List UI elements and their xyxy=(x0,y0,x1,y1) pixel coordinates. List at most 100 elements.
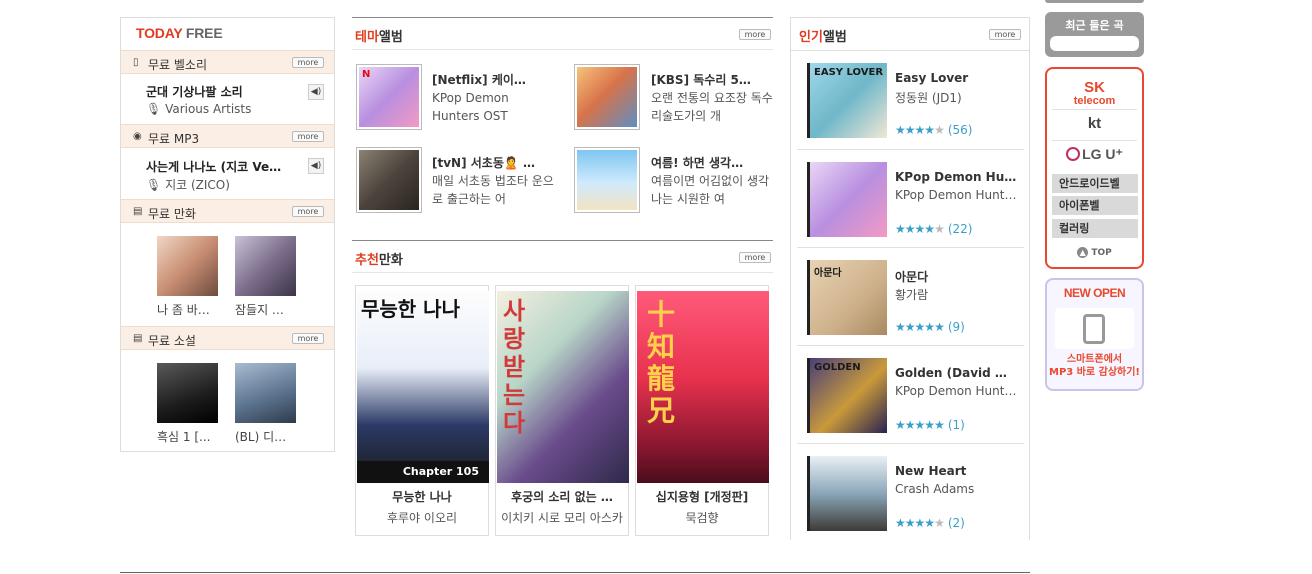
theme-album-cover[interactable]: N xyxy=(356,64,422,130)
popular-album-cover[interactable]: 아문다 xyxy=(807,260,887,335)
popular-album-cover[interactable] xyxy=(807,162,887,237)
novel-caption[interactable]: (BL) 디… xyxy=(235,428,305,445)
theme-album-cover[interactable] xyxy=(574,64,640,130)
artist-name: 지코 (ZICO) xyxy=(165,178,230,192)
comic-cover[interactable]: 무능한 나나 Chapter 105 xyxy=(357,291,489,483)
theme-album-title[interactable]: 여름! 하면 생각… xyxy=(651,154,781,171)
star-rating: ★★★★★ (56) xyxy=(895,123,972,137)
popular-album-artist: KPop Demon Hunte… xyxy=(895,188,1020,202)
star-rating: ★★★★★ (1) xyxy=(895,418,965,432)
section-label: 무료 MP3 xyxy=(148,132,200,146)
more-button[interactable]: more xyxy=(989,29,1021,40)
star-icon: ★ xyxy=(924,516,935,530)
star-icon: ★ xyxy=(904,123,916,137)
theme-album-desc: 여름이면 어김없이 생각나는 시원한 여 xyxy=(651,174,770,206)
novel-caption[interactable]: 흑심 1 [... xyxy=(157,428,227,445)
recommended-comic-header: 추천만화 more xyxy=(352,240,773,273)
popular-album-row[interactable]: 아문다 아문다 황가람 ★★★★★ (9) xyxy=(797,247,1024,345)
novel-thumbnail[interactable] xyxy=(157,363,218,423)
star-icon: ★ xyxy=(895,516,906,530)
comic-title[interactable]: 십지용형 [개정판] xyxy=(636,488,768,505)
sk-telecom-logo[interactable]: SK telecom xyxy=(1052,80,1137,107)
popular-album-cover[interactable]: GOLDEN xyxy=(807,358,887,433)
top-button[interactable]: ▲ TOP xyxy=(1047,247,1142,258)
theme-album-cover[interactable] xyxy=(356,147,422,213)
comic-card[interactable]: 무능한 나나 Chapter 105 무능한 나나 후루야 이오리 xyxy=(355,285,489,536)
popular-album-artist: Crash Adams xyxy=(895,482,975,496)
more-button[interactable]: more xyxy=(292,206,324,217)
star-icon: ★ xyxy=(914,516,926,530)
popular-album-cover[interactable]: EASY LOVER xyxy=(807,63,887,138)
star-icon: ★ xyxy=(934,418,945,432)
speaker-icon[interactable]: ◀) xyxy=(308,84,324,100)
theme-album-title[interactable]: [Netflix] 케이… xyxy=(432,71,562,88)
more-button[interactable]: more xyxy=(739,29,771,40)
popular-album-title[interactable]: Easy Lover xyxy=(895,71,1020,85)
mp3-title[interactable]: 사는게 나나노 (지코 Ve… xyxy=(146,158,301,175)
book-icon: ▤ xyxy=(133,206,143,217)
comic-thumbnail[interactable] xyxy=(157,236,218,296)
more-button[interactable]: more xyxy=(292,131,324,142)
star-icon: ★ xyxy=(904,222,916,236)
novel-icon: ▤ xyxy=(133,333,143,344)
popular-album-row[interactable]: GOLDEN Golden (David … KPop Demon Hunte… ★★… xyxy=(797,345,1024,443)
more-button[interactable]: more xyxy=(292,57,324,68)
comic-card[interactable]: 十知龍兄 십지용형 [개정판] 묵검향 xyxy=(635,285,769,536)
popular-album-cover[interactable] xyxy=(807,456,887,531)
star-icon: ★ xyxy=(924,123,935,137)
rating-count: (56) xyxy=(947,123,973,137)
kt-logo[interactable]: kt xyxy=(1052,115,1137,132)
promo-line: MP3 바로 감상하기! xyxy=(1049,367,1140,378)
iphone-bell-link[interactable]: 아이폰벨 xyxy=(1052,196,1138,215)
comic-title[interactable]: 후궁의 소리 없는 … xyxy=(496,488,628,505)
more-button[interactable]: more xyxy=(739,252,771,263)
novel-thumbnail[interactable] xyxy=(235,363,296,423)
section-free-comic: ▤ 무료 만화 more xyxy=(121,199,334,223)
comic-caption[interactable]: 나 좀 바… xyxy=(157,301,227,318)
comic-title[interactable]: 무능한 나나 xyxy=(356,488,488,505)
popular-album-artist: 정동원 (JD1) xyxy=(895,91,962,105)
android-bell-link[interactable]: 안드로이드벨 xyxy=(1052,174,1138,193)
recent-songs-list xyxy=(1050,36,1139,51)
section-free-ringtone: ▯ 무료 벨소리 more xyxy=(121,50,334,74)
popular-album-title[interactable]: KPop Demon Hu… xyxy=(895,170,1020,184)
new-open-title: NEW OPEN xyxy=(1063,286,1126,300)
ringtone-title[interactable]: 군대 기상나팔 소리 xyxy=(146,83,301,100)
comic-author: 이치키 시로 모리 아스카 xyxy=(501,511,623,525)
coloring-link[interactable]: 컬러링 xyxy=(1052,219,1138,238)
theme-album-title[interactable]: [KBS] 독수리 5… xyxy=(651,71,781,88)
comic-card[interactable]: 사랑받는다 후궁의 소리 없는 … 이치키 시로 모리 아스카 xyxy=(495,285,629,536)
popular-album-title[interactable]: New Heart xyxy=(895,464,1020,478)
theme-album-title[interactable]: [tvN] 서초동🙎 … xyxy=(432,154,562,171)
theme-album-desc: 오랜 전통의 요조장 독수리술도가의 개 xyxy=(651,91,773,123)
popular-album-artist: 황가람 xyxy=(895,288,929,302)
comic-cover[interactable]: 사랑받는다 xyxy=(497,291,629,483)
section-label: 무료 소설 xyxy=(148,334,196,348)
comic-cover-title: 무능한 나나 xyxy=(361,297,460,321)
speaker-icon[interactable]: ◀) xyxy=(308,158,324,174)
comic-caption[interactable]: 잠들지 … xyxy=(235,301,305,318)
section-label: 무료 만화 xyxy=(148,207,196,221)
rating-count: (2) xyxy=(947,516,965,530)
today-free-panel: TODAY FREE ▯ 무료 벨소리 more 군대 기상나팔 소리 🎙 Va… xyxy=(120,17,335,452)
sk-logo-subtext: telecom xyxy=(1073,95,1116,107)
popular-album-title[interactable]: Golden (David … xyxy=(895,366,1020,380)
new-open-banner[interactable]: NEW OPEN 스마트폰에서 MP3 바로 감상하기! xyxy=(1045,278,1144,391)
title-rest: 만화 xyxy=(378,253,403,268)
popular-album-title[interactable]: 아문다 xyxy=(895,268,1020,285)
comic-thumbnail[interactable] xyxy=(235,236,296,296)
title-rest: 앨범 xyxy=(822,30,847,45)
theme-album-cover[interactable] xyxy=(574,147,640,213)
lg-uplus-logo[interactable]: LG U⁺ xyxy=(1052,146,1137,163)
top-label: TOP xyxy=(1091,248,1112,258)
comic-cover[interactable]: 十知龍兄 xyxy=(637,291,769,483)
popular-album-row[interactable]: EASY LOVER Easy Lover 정동원 (JD1) ★★★★★ (56) xyxy=(797,51,1024,149)
popular-album-row[interactable]: KPop Demon Hu… KPop Demon Hunte… ★★★★★ (22) xyxy=(797,149,1024,247)
star-icon: ★ xyxy=(934,222,945,236)
mic-icon: 🎙 xyxy=(146,102,162,116)
more-button[interactable]: more xyxy=(292,333,324,344)
star-icon: ★ xyxy=(914,418,926,432)
popular-album-row[interactable]: New Heart Crash Adams ★★★★★ (2) xyxy=(797,443,1024,541)
album-cover-text: GOLDEN xyxy=(814,362,861,373)
recent-songs-box[interactable]: 최근 들은 곡 xyxy=(1045,12,1144,57)
